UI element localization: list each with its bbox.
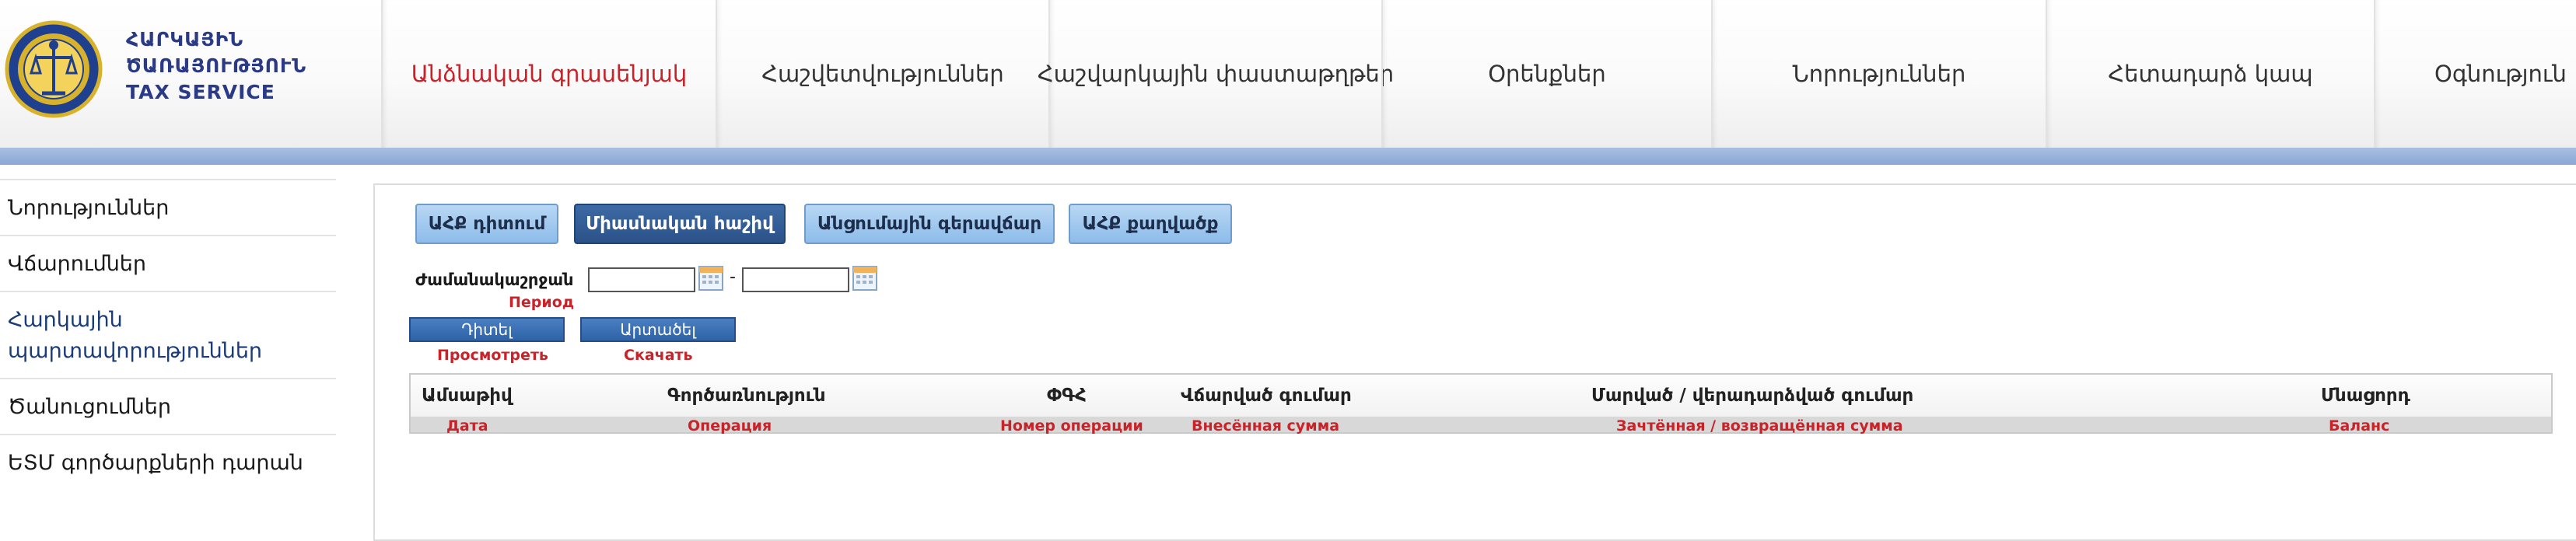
sidebar: Նորություններ Վճարումներ Հարկային պարտավ…	[0, 179, 336, 490]
nav-news[interactable]: Նորություններ	[1711, 0, 2046, 148]
brand-text: ՀԱՐԿԱՅԻՆ ԾԱՌԱՅՈՒԹՅՈՒՆ TAX SERVICE	[126, 26, 306, 106]
date-from-input[interactable]	[588, 267, 695, 292]
brand-line-2: ԾԱՌԱՅՈՒԹՅՈՒՆ	[126, 54, 307, 77]
column-sub-balance: Баланс	[2329, 417, 2390, 435]
column-sub-date: Дата	[446, 417, 488, 435]
period-label: Ժամանակաշրջան	[415, 270, 574, 289]
calendar-icon[interactable]	[698, 264, 723, 291]
column-header-paid-amount[interactable]: Վճարված գումար	[1181, 386, 1352, 406]
sidebar-item-eaeu-transactions[interactable]: ԵՏՄ գործարքների դարան	[0, 434, 336, 490]
sidebar-item-news[interactable]: Նորություններ	[0, 179, 336, 235]
nav-personal-office[interactable]: Անձնական գրասենյակ	[381, 0, 716, 148]
sidebar-item-notifications[interactable]: Ծանուցումներ	[0, 378, 336, 434]
export-button[interactable]: Արտածել	[580, 317, 736, 342]
nav-reports[interactable]: Հաշվետվություններ	[716, 0, 1048, 148]
column-sub-settled-amount: Зачтённая / возвращённая сумма	[1616, 417, 1903, 435]
column-sub-operation: Операция	[688, 417, 772, 435]
content-panel: ԱՀՔ դիտում Միասնական հաշիվ Անցումային գե…	[373, 183, 2576, 541]
view-button-sub: Просмотреть	[437, 347, 548, 364]
date-to-input[interactable]	[742, 267, 849, 292]
main-nav: Անձնական գրասենյակ Հաշվետվություններ Հաշ…	[381, 0, 2576, 148]
column-sub-paid-amount: Внесённая сумма	[1192, 417, 1340, 435]
column-header-operation-number[interactable]: ՓԳՀ	[1047, 386, 1087, 406]
brand-line-3: TAX SERVICE	[126, 81, 275, 103]
nav-help[interactable]: Օգնություն	[2374, 0, 2576, 148]
column-header-settled-amount[interactable]: Մարված / վերադարձված գումար	[1591, 386, 1913, 406]
unified-account-table: Ամսաթիվ Գործառնություն ՓԳՀ Վճարված գումա…	[409, 373, 2553, 435]
sidebar-item-payments[interactable]: Վճարումներ	[0, 235, 336, 291]
column-header-balance[interactable]: Մնացորդ	[2321, 386, 2410, 406]
tab-ahq-statement[interactable]: ԱՀՔ քաղվածք	[1069, 204, 1232, 244]
brand-line-1: ՀԱՐԿԱՅԻՆ	[126, 28, 244, 51]
view-button[interactable]: Դիտել	[409, 317, 565, 342]
column-header-date[interactable]: Ամսաթիվ	[422, 386, 513, 406]
header: ՀԱՐԿԱՅԻՆ ԾԱՌԱՅՈՒԹՅՈՒՆ TAX SERVICE Անձնակ…	[0, 0, 2576, 148]
tab-unified-account[interactable]: Միասնական հաշիվ	[574, 204, 786, 244]
tax-service-logo[interactable]	[5, 11, 103, 127]
column-header-operation[interactable]: Գործառնություն	[667, 386, 826, 406]
calendar-icon[interactable]	[852, 264, 877, 291]
sidebar-item-tax-liabilities[interactable]: Հարկային պարտավորություններ	[0, 291, 336, 378]
header-band	[0, 148, 2576, 165]
export-button-sub: Скачать	[624, 347, 693, 364]
period-sub-label: Период	[509, 294, 575, 311]
tab-ahq-view[interactable]: ԱՀՔ դիտում	[415, 204, 558, 244]
date-separator: -	[730, 267, 736, 287]
nav-laws[interactable]: Օրենքներ	[1381, 0, 1711, 148]
column-sub-operation-number: Номер операции	[1000, 417, 1143, 435]
nav-calculation-documents[interactable]: Հաշվարկային փաստաթղթեր	[1038, 0, 1394, 148]
tab-transitional-overpayment[interactable]: Անցումային գերավճար	[804, 204, 1055, 244]
nav-feedback[interactable]: Հետադարձ կապ	[2046, 0, 2374, 148]
